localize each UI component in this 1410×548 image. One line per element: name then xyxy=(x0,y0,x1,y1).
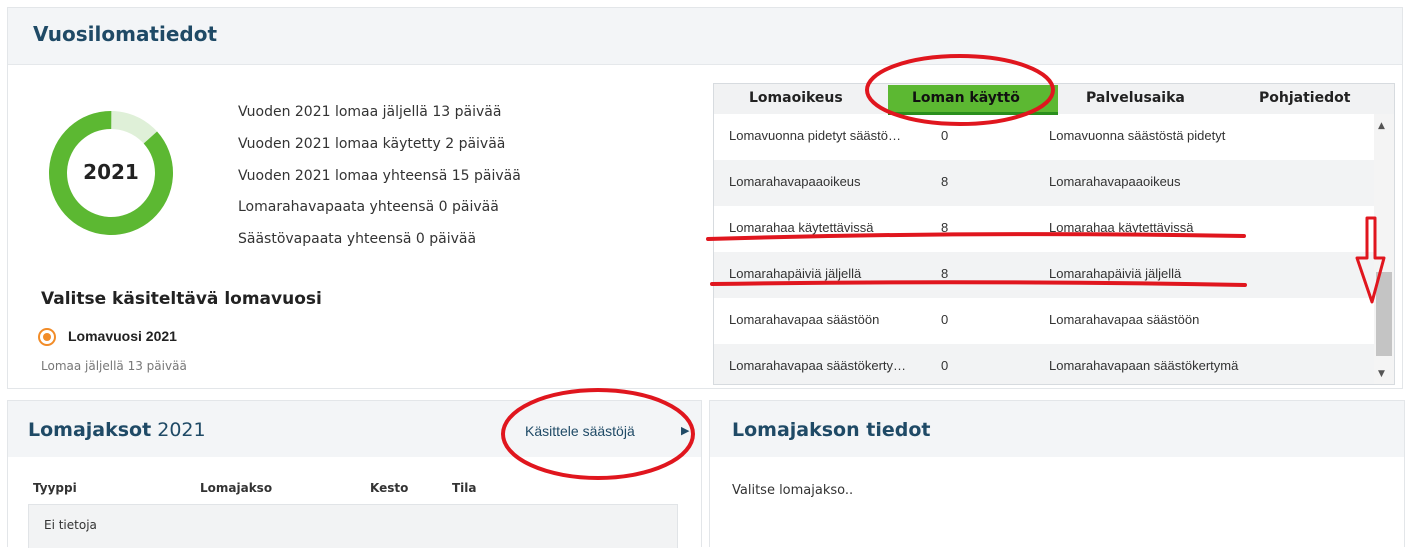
stat-saved-leave: Säästövapaata yhteensä 0 päivää xyxy=(238,231,477,247)
row-description: Lomarahaa käytettävissä xyxy=(1049,220,1194,235)
tab-loman-kaytto-label[interactable]: Loman käyttö xyxy=(912,90,1020,106)
row-value: 0 xyxy=(941,128,949,143)
select-period-hint: Valitse lomajakso.. xyxy=(732,483,854,498)
periods-title: Lomajaksot 2021 xyxy=(28,419,206,441)
vacation-info-panel: Vuosilomatiedot 2021 Vuoden 2021 lomaa j… xyxy=(7,7,1403,389)
row-name: Lomarahavapaaoikeus xyxy=(729,174,861,189)
row-description: Lomarahavapaan säästökertymä xyxy=(1049,358,1239,373)
empty-table-body xyxy=(28,504,678,548)
radio-selected-dot xyxy=(43,333,51,341)
stat-used: Vuoden 2021 lomaa käytetty 2 päivää xyxy=(238,136,506,152)
tab-pohjatiedot[interactable]: Pohjatiedot xyxy=(1259,90,1350,106)
row-name: Lomarahapäiviä jäljellä xyxy=(729,266,862,281)
year-radio-label[interactable]: Lomavuosi 2021 xyxy=(68,328,177,344)
panel-header: Vuosilomatiedot xyxy=(8,8,1402,65)
year-remaining-note: Lomaa jäljellä 13 päivää xyxy=(41,359,187,373)
column-header-period[interactable]: Lomajakso xyxy=(200,481,272,495)
donut-year-label: 2021 xyxy=(83,160,139,184)
page-title: Vuosilomatiedot xyxy=(33,22,218,46)
periods-title-year: 2021 xyxy=(157,419,206,441)
row-name: Lomarahavapaa säästöön xyxy=(729,312,880,327)
scrollbar-thumb[interactable] xyxy=(1376,272,1392,356)
empty-message: Ei tietoja xyxy=(44,518,97,532)
scroll-down-icon[interactable]: ▼ xyxy=(1378,369,1385,379)
stat-holiday-pay-leave: Lomarahavapaata yhteensä 0 päivää xyxy=(238,199,499,215)
table-row: Lomarahapäiviä jäljellä 8 Lomarahapäiviä… xyxy=(714,252,1374,298)
table-row: Lomarahavapaaoikeus 8 Lomarahavapaaoikeu… xyxy=(714,160,1374,206)
row-value: 8 xyxy=(941,266,949,281)
details-tabs-box: Lomaoikeus Loman käyttö Palvelusaika Poh… xyxy=(713,83,1395,385)
panel-header: Lomajakson tiedot xyxy=(710,401,1404,457)
row-value: 8 xyxy=(941,220,949,235)
table-row: Lomavuonna pidetyt säästö… 0 Lomavuonna … xyxy=(714,114,1374,160)
row-name: Lomarahavapaa säästökerty… xyxy=(729,358,907,373)
periods-title-bold: Lomajaksot xyxy=(28,419,152,441)
table-row: Lomarahaa käytettävissä 8 Lomarahaa käyt… xyxy=(714,206,1374,252)
period-details-title: Lomajakson tiedot xyxy=(732,419,931,441)
manage-savings-link[interactable]: Käsittele säästöjä xyxy=(525,423,635,439)
chevron-right-icon[interactable]: ▶ xyxy=(681,424,689,437)
row-description: Lomavuonna säästöstä pidetyt xyxy=(1049,128,1226,143)
column-header-status[interactable]: Tila xyxy=(452,481,477,495)
select-year-heading: Valitse käsiteltävä lomavuosi xyxy=(41,289,322,309)
usage-table: Lomavuonna pidetyt säästö… 0 Lomavuonna … xyxy=(714,114,1374,384)
row-name: Lomarahaa käytettävissä xyxy=(729,220,874,235)
tab-palvelusaika[interactable]: Palvelusaika xyxy=(1086,90,1185,106)
panel-header: Lomajaksot 2021 Käsittele säästöjä ▶ xyxy=(8,401,701,457)
row-description: Lomarahapäiviä jäljellä xyxy=(1049,266,1182,281)
period-details-panel: Lomajakson tiedot Valitse lomajakso.. xyxy=(709,400,1405,547)
stat-remaining: Vuoden 2021 lomaa jäljellä 13 päivää xyxy=(238,104,502,120)
scroll-up-icon[interactable]: ▲ xyxy=(1378,121,1385,131)
table-row: Lomarahavapaa säästöön 0 Lomarahavapaa s… xyxy=(714,298,1374,344)
row-value: 8 xyxy=(941,174,949,189)
row-value: 0 xyxy=(941,358,949,373)
row-description: Lomarahavapaa säästöön xyxy=(1049,312,1200,327)
table-row: Lomarahavapaa säästökerty… 0 Lomarahavap… xyxy=(714,344,1374,384)
column-header-duration[interactable]: Kesto xyxy=(370,481,408,495)
row-description: Lomarahavapaaoikeus xyxy=(1049,174,1181,189)
stat-total: Vuoden 2021 lomaa yhteensä 15 päivää xyxy=(238,168,521,184)
row-value: 0 xyxy=(941,312,949,327)
column-header-type[interactable]: Tyyppi xyxy=(33,481,77,495)
tab-lomaoikeus[interactable]: Lomaoikeus xyxy=(749,90,843,106)
row-name: Lomavuonna pidetyt säästö… xyxy=(729,128,901,143)
vacation-periods-panel: Lomajaksot 2021 Käsittele säästöjä ▶ Tyy… xyxy=(7,400,702,548)
